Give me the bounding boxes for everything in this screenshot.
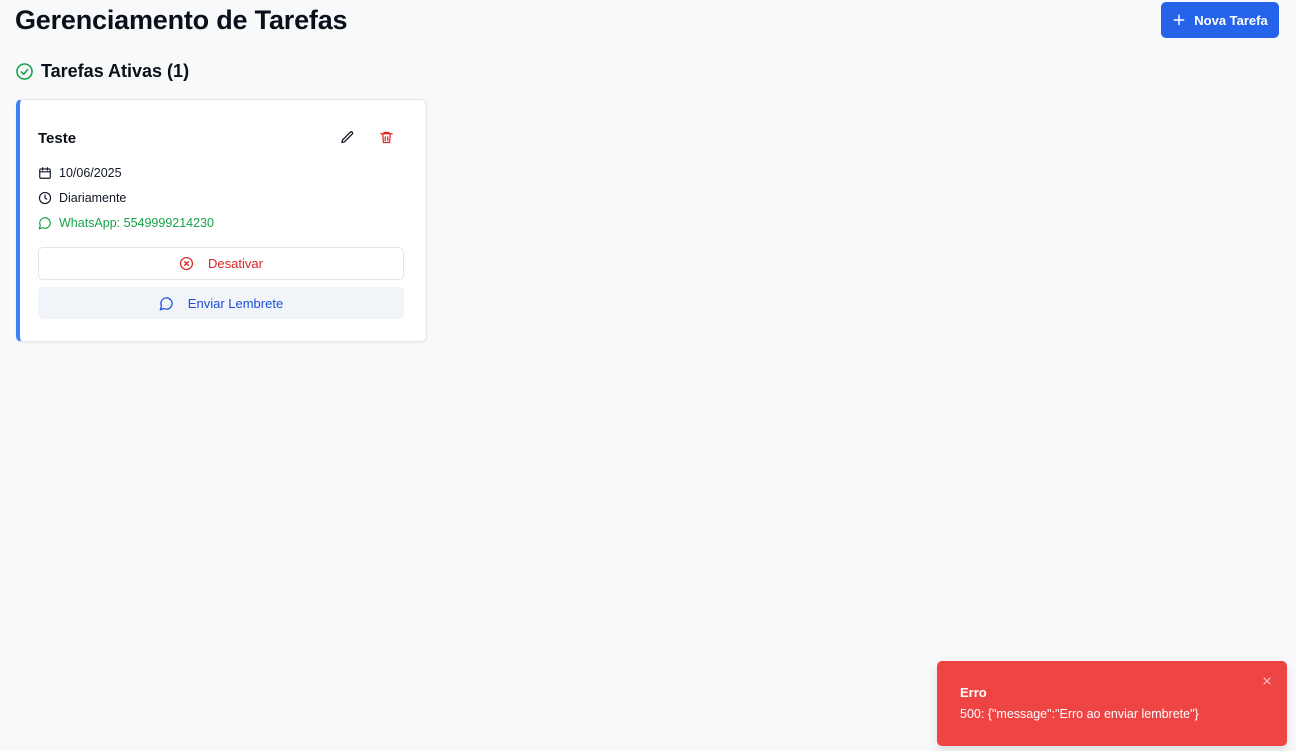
send-reminder-button[interactable]: Enviar Lembrete xyxy=(38,287,404,319)
page: Gerenciamento de Tarefas Nova Tarefa Tar… xyxy=(0,0,1296,751)
edit-task-button[interactable] xyxy=(335,125,359,149)
task-date-row: 10/06/2025 xyxy=(38,166,122,180)
close-icon xyxy=(1263,677,1271,685)
toast-message: 500: {"message":"Erro ao enviar lembrete… xyxy=(960,707,1199,721)
new-task-label: Nova Tarefa xyxy=(1194,12,1268,28)
send-reminder-label: Enviar Lembrete xyxy=(187,295,284,311)
section-title: Tarefas Ativas (1) xyxy=(41,61,190,81)
error-toast: Erro 500: {"message":"Erro ao enviar lem… xyxy=(937,661,1287,746)
toast-title: Erro xyxy=(960,685,987,700)
delete-task-button[interactable] xyxy=(374,125,398,149)
deactivate-label: Desativar xyxy=(208,256,263,271)
task-frequency: Diariamente xyxy=(59,191,127,205)
task-date: 10/06/2025 xyxy=(59,166,122,180)
section-header: Tarefas Ativas (1) xyxy=(15,61,189,82)
task-whatsapp: WhatsApp: 5549999214230 xyxy=(59,216,214,230)
message-circle-icon xyxy=(38,217,51,230)
task-whatsapp-row: WhatsApp: 5549999214230 xyxy=(38,216,214,230)
task-frequency-row: Diariamente xyxy=(38,191,126,205)
plus-icon xyxy=(1173,14,1185,26)
task-card: Teste 10/06/2025 Diariamente WhatsApp: 5… xyxy=(16,99,427,342)
deactivate-button[interactable]: Desativar xyxy=(38,247,404,280)
new-task-button[interactable]: Nova Tarefa xyxy=(1161,2,1279,38)
calendar-icon xyxy=(39,167,51,179)
message-circle-icon xyxy=(159,296,173,310)
clock-icon xyxy=(38,191,52,205)
x-circle-icon xyxy=(179,256,194,271)
toast-close-button[interactable] xyxy=(1259,673,1275,689)
pencil-icon xyxy=(340,130,353,143)
task-title: Teste xyxy=(38,130,77,147)
check-circle-icon xyxy=(16,63,33,80)
page-title: Gerenciamento de Tarefas xyxy=(15,5,348,35)
trash-icon xyxy=(379,131,393,143)
